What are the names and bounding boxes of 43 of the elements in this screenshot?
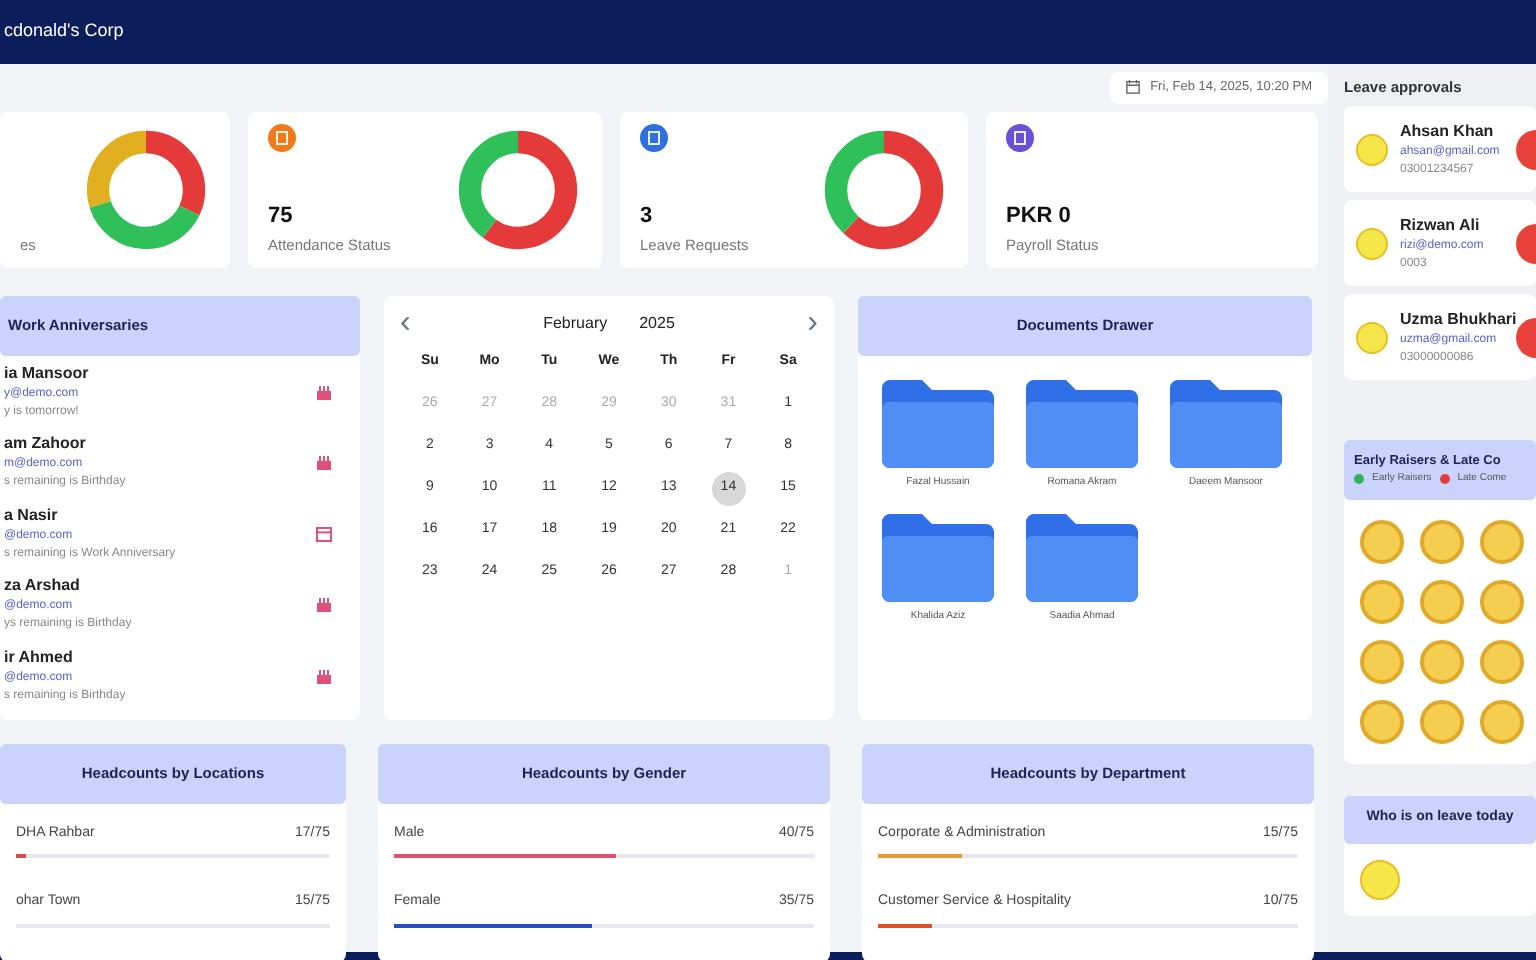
avatar-placeholder [1356, 227, 1388, 260]
avatar-placeholder [1356, 321, 1388, 354]
avatar-placeholder [1420, 639, 1464, 683]
avatar-placeholder [1480, 699, 1524, 743]
avatar-placeholder [1360, 859, 1400, 899]
stat-value: 3 [640, 202, 655, 232]
calendar-icon [316, 525, 332, 541]
person-name: Uzma Bhukhari [1400, 307, 1517, 332]
avatar-placeholder [1356, 133, 1388, 166]
person-name: Ahsan Khan [1400, 119, 1496, 144]
person-name: a Nasir [4, 503, 60, 527]
avatar-placeholder [1480, 519, 1524, 563]
person-name: ia Mansoor [4, 361, 89, 385]
person-name: am Zahoor [4, 432, 88, 456]
person-name: ir Ahmed [4, 645, 75, 669]
prev-month-button[interactable]: ‹ [400, 299, 411, 348]
avatar-placeholder [1360, 699, 1404, 743]
stat-value: PKR 0 [1006, 202, 1073, 232]
cake-icon [316, 383, 332, 399]
company-name: cdonald's Corp [4, 18, 124, 45]
person-name: Rizwan Ali [1400, 213, 1482, 238]
year-label: 2025 [639, 311, 675, 336]
folder-icon[interactable] [1170, 379, 1282, 468]
avatar-placeholder [1420, 519, 1464, 563]
cake-icon [316, 596, 332, 612]
calendar-icon [1126, 80, 1141, 95]
cake-icon [316, 454, 332, 470]
folder-icon[interactable] [882, 379, 994, 468]
folder-icon[interactable] [1026, 379, 1138, 468]
avatar-placeholder [1360, 519, 1404, 563]
folder-icon[interactable] [882, 514, 994, 603]
month-label: February [543, 311, 608, 336]
next-month-button[interactable]: › [807, 299, 818, 348]
avatar-placeholder [1480, 639, 1524, 683]
avatar-placeholder [1420, 579, 1464, 623]
cake-icon [316, 667, 332, 683]
avatar-placeholder [1360, 639, 1404, 683]
folder-icon[interactable] [1026, 514, 1138, 603]
avatar-placeholder [1420, 699, 1464, 743]
avatar-placeholder [1360, 579, 1404, 623]
stat-value: 75 [268, 202, 295, 232]
avatar-placeholder [1480, 579, 1524, 623]
person-name: za Arshad [4, 574, 82, 598]
